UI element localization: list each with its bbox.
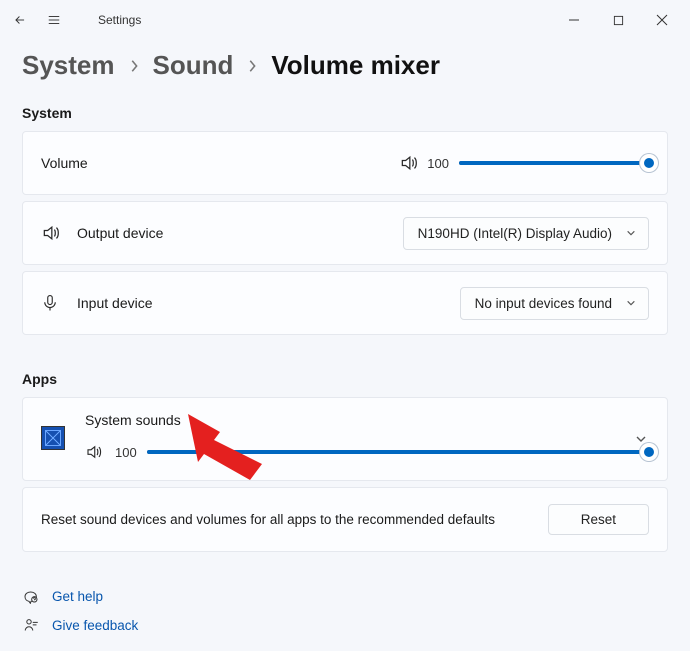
chevron-down-icon: [626, 298, 636, 308]
feedback-icon: [22, 618, 40, 633]
input-device-label: Input device: [77, 295, 153, 311]
expand-button[interactable]: [635, 433, 647, 445]
menu-icon[interactable]: [46, 12, 62, 28]
input-device-selected: No input devices found: [475, 296, 612, 311]
breadcrumb-system[interactable]: System: [22, 50, 115, 81]
back-button[interactable]: [12, 12, 28, 28]
chevron-down-icon: [626, 228, 636, 238]
volume-slider[interactable]: [459, 153, 649, 173]
speaker-icon: [41, 223, 77, 243]
app-volume-slider[interactable]: [147, 442, 649, 462]
content-area: System Sound Volume mixer System Volume …: [0, 40, 690, 633]
titlebar-left: Settings: [12, 12, 141, 28]
minimize-button[interactable]: [552, 4, 596, 36]
chevron-right-icon: [247, 59, 257, 73]
app-system-sounds-card: System sounds 100: [22, 397, 668, 481]
close-button[interactable]: [640, 4, 684, 36]
chevron-right-icon: [129, 59, 139, 73]
output-device-selected: N190HD (Intel(R) Display Audio): [418, 226, 612, 241]
reset-card: Reset sound devices and volumes for all …: [22, 487, 668, 552]
app-volume-value: 100: [115, 445, 137, 460]
section-system-heading: System: [22, 105, 668, 121]
reset-button[interactable]: Reset: [548, 504, 649, 535]
breadcrumb-sound[interactable]: Sound: [153, 50, 234, 81]
speaker-icon: [85, 443, 103, 461]
system-sounds-icon: [41, 426, 65, 450]
reset-description: Reset sound devices and volumes for all …: [41, 512, 495, 527]
volume-card: Volume 100: [22, 131, 668, 195]
input-device-dropdown[interactable]: No input devices found: [460, 287, 649, 320]
app-name-label: System sounds: [85, 412, 649, 428]
output-device-card: Output device N190HD (Intel(R) Display A…: [22, 201, 668, 265]
speaker-icon: [399, 153, 419, 173]
window-controls: [552, 4, 684, 36]
footer-links: Get help Give feedback: [22, 582, 668, 633]
give-feedback-link[interactable]: Give feedback: [22, 618, 668, 633]
get-help-link[interactable]: Get help: [22, 588, 668, 604]
help-icon: [22, 588, 40, 604]
maximize-button[interactable]: [596, 4, 640, 36]
titlebar: Settings: [0, 0, 690, 40]
volume-value: 100: [427, 156, 449, 171]
app-title: Settings: [98, 13, 141, 27]
input-device-card: Input device No input devices found: [22, 271, 668, 335]
breadcrumb: System Sound Volume mixer: [22, 50, 668, 81]
microphone-icon: [41, 293, 77, 313]
get-help-label: Get help: [52, 589, 103, 604]
volume-label: Volume: [41, 155, 88, 171]
output-device-dropdown[interactable]: N190HD (Intel(R) Display Audio): [403, 217, 649, 250]
section-apps-heading: Apps: [22, 371, 668, 387]
output-device-label: Output device: [77, 225, 163, 241]
give-feedback-label: Give feedback: [52, 618, 138, 633]
breadcrumb-current: Volume mixer: [271, 50, 440, 81]
